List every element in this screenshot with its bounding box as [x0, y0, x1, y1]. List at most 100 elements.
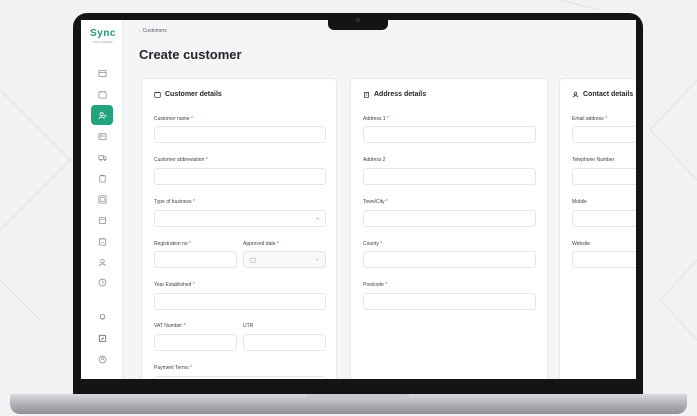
address2-label-text: Address 2 — [363, 157, 386, 163]
approved-date-picker[interactable] — [243, 251, 326, 268]
county-label-text: County — [363, 241, 379, 247]
payment-terms-label-text: Payment Terms — [154, 365, 189, 371]
vehicles-icon — [97, 154, 107, 161]
sidebar-item-id-card[interactable] — [93, 127, 111, 145]
sidebar-item-calendar[interactable] — [93, 85, 111, 103]
logo[interactable]: Sync SOFTWARE — [87, 28, 119, 44]
address2-input[interactable] — [363, 168, 536, 185]
postcode-input[interactable] — [363, 293, 536, 310]
email-label-text: Email address — [572, 116, 604, 122]
sidebar-item-clipboard[interactable] — [93, 169, 111, 187]
page-title: Create customer — [139, 47, 242, 62]
address-details-card: Address details Address 1 * Address 2 To… — [350, 78, 548, 379]
clipboard-icon — [98, 174, 106, 183]
required-mark: * — [605, 116, 608, 122]
customer-details-title: Customer details — [165, 91, 222, 98]
chevron-down-icon — [315, 258, 320, 261]
address1-input[interactable] — [363, 126, 536, 143]
sidebar-item-users[interactable] — [93, 253, 111, 271]
calendar-icon — [97, 90, 107, 99]
bell-icon — [99, 313, 105, 320]
year-established-label-text: Year Established — [154, 282, 192, 288]
town-city-label-text: Town/City — [363, 199, 385, 205]
sidebar-item-vehicles[interactable] — [93, 148, 111, 166]
customer-abbreviation-label-text: Customer abbreviation — [154, 157, 205, 163]
contact-details-title: Contact details — [583, 91, 634, 98]
utr-label-text: UTR — [243, 323, 254, 329]
county-label: County * — [363, 241, 382, 247]
sidebar-item-grid[interactable] — [93, 190, 111, 208]
app-screen: Sync SOFTWARE ‹ Customers Create custome… — [81, 20, 636, 379]
town-city-label: Town/City * — [363, 199, 388, 205]
breadcrumb-item-customers[interactable]: Customers — [143, 28, 167, 34]
sidebar-item-dashboard[interactable] — [93, 64, 111, 82]
website-input[interactable] — [572, 251, 636, 268]
profile-icon — [98, 355, 106, 363]
calendar-icon — [250, 257, 256, 263]
building-icon — [364, 92, 369, 98]
clock-icon — [98, 278, 106, 286]
payment-terms-label: Payment Terms * — [154, 365, 192, 371]
required-mark: * — [386, 116, 389, 122]
laptop-hinge — [307, 394, 409, 400]
logo-subtitle: SOFTWARE — [92, 40, 114, 44]
postcode-label-text: Postcode — [363, 282, 384, 288]
required-mark: * — [205, 157, 208, 163]
required-mark: * — [386, 199, 389, 205]
utr-input[interactable] — [243, 334, 326, 351]
telephone-label-text: Telephone Number — [572, 157, 615, 163]
required-mark: * — [190, 116, 193, 122]
contact-details-card: Contact details Email address * Telephon… — [559, 78, 636, 379]
sidebar: Sync SOFTWARE — [81, 20, 123, 379]
approved-date-label: Approved date * — [243, 241, 279, 247]
sidebar-item-notifications[interactable] — [93, 307, 111, 325]
users-icon — [98, 258, 106, 266]
sidebar-item-customers[interactable] — [91, 105, 113, 125]
required-mark: * — [189, 241, 191, 247]
customer-abbreviation-input[interactable] — [154, 168, 326, 185]
type-of-business-select[interactable] — [154, 210, 326, 227]
mobile-label-text: Mobile — [572, 199, 587, 205]
vat-number-label-text: VAT Number — [154, 323, 183, 329]
customers-icon — [97, 111, 107, 119]
sidebar-item-document[interactable] — [93, 211, 111, 229]
breadcrumb: ‹ Customers — [139, 28, 167, 34]
required-mark: * — [385, 282, 388, 288]
required-mark: * — [276, 241, 279, 247]
telephone-label: Telephone Number — [572, 157, 614, 163]
county-input[interactable] — [363, 251, 536, 268]
approved-date-label-text: Approved date — [243, 241, 276, 247]
id-card-icon — [97, 132, 107, 140]
customer-name-label-text: Customer name — [154, 116, 190, 122]
website-label: Website — [572, 241, 590, 247]
camera-dot — [356, 18, 360, 22]
customer-abbreviation-label: Customer abbreviation * — [154, 157, 208, 163]
calendar-icon — [154, 91, 161, 98]
vat-number-input[interactable] — [154, 334, 237, 351]
sidebar-item-invoice[interactable] — [93, 232, 111, 250]
required-mark: * — [192, 199, 195, 205]
sidebar-item-profile[interactable] — [93, 350, 111, 368]
sidebar-item-history[interactable] — [93, 273, 111, 291]
payment-terms-select[interactable] — [154, 376, 326, 379]
address-details-title: Address details — [374, 91, 427, 98]
contact-details-header: Contact details — [572, 91, 633, 98]
customer-name-input[interactable] — [154, 126, 326, 143]
registration-no-input[interactable] — [154, 251, 237, 268]
town-city-input[interactable] — [363, 210, 536, 227]
customer-name-label: Customer name * — [154, 116, 193, 122]
required-mark: * — [380, 241, 383, 247]
address-details-header: Address details — [363, 91, 426, 98]
address1-label-text: Address 1 — [363, 116, 386, 122]
postcode-label: Postcode * — [363, 282, 387, 288]
mobile-label: Mobile — [572, 199, 587, 205]
year-established-input[interactable] — [154, 293, 326, 310]
required-mark: * — [192, 282, 195, 288]
registration-no-label-text: Registration no — [154, 241, 188, 247]
email-input[interactable] — [572, 126, 636, 143]
type-of-business-label: Type of business * — [154, 199, 195, 205]
mobile-input[interactable] — [572, 210, 636, 227]
sidebar-item-tasks[interactable] — [93, 329, 111, 347]
required-mark: * — [183, 323, 186, 329]
telephone-input[interactable] — [572, 168, 636, 185]
